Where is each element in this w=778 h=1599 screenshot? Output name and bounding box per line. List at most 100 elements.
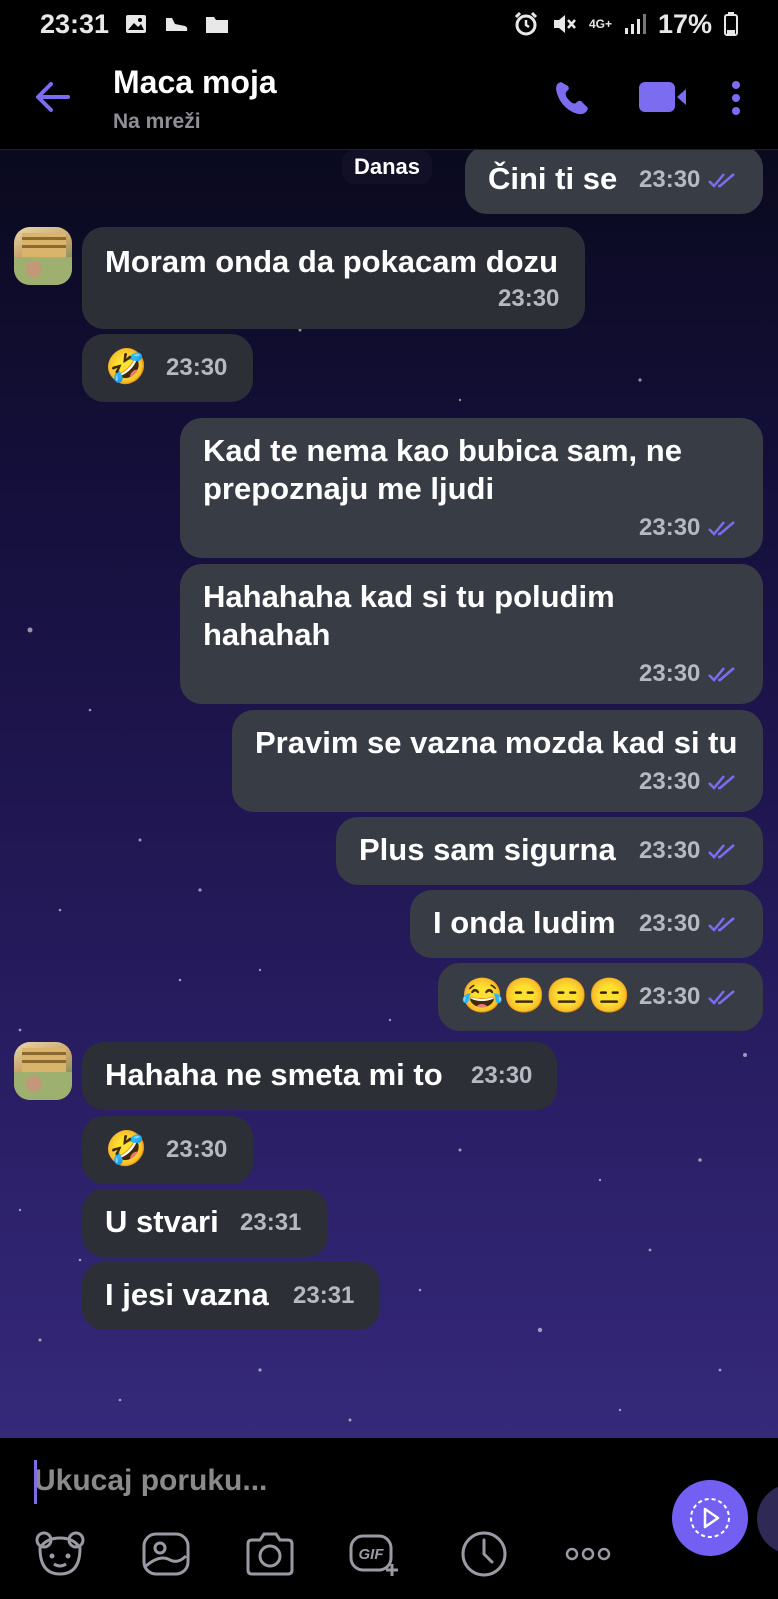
timer-button[interactable] <box>458 1530 510 1578</box>
message-meta: 23:30 <box>639 166 738 194</box>
gallery-button[interactable] <box>140 1530 192 1578</box>
contact-avatar[interactable] <box>14 1042 72 1100</box>
message-outgoing[interactable]: 😂😑😑😑 23:30 <box>438 963 763 1031</box>
message-meta: 23:31 <box>240 1209 301 1237</box>
message-meta: 23:30 <box>639 768 738 796</box>
camera-button[interactable] <box>244 1530 296 1578</box>
message-emoji: 🤣 <box>105 348 148 386</box>
message-time: 23:31 <box>240 1209 302 1236</box>
mute-icon <box>551 11 577 37</box>
message-time: 23:30 <box>498 285 560 312</box>
gif-button[interactable]: GIF <box>348 1530 400 1578</box>
shoe-notification-icon <box>163 14 189 34</box>
image-notification-icon <box>125 14 147 34</box>
message-outgoing[interactable]: I onda ludim 23:30 <box>410 890 763 958</box>
camera-icon <box>246 1532 294 1576</box>
message-text: I jesi vazna <box>105 1277 269 1312</box>
message-text: Moram onda da pokacam dozu <box>105 244 559 279</box>
chat-header: Maca moja Na mreži <box>0 48 778 150</box>
send-button[interactable] <box>672 1480 748 1556</box>
back-button[interactable] <box>34 80 72 114</box>
message-outgoing[interactable]: Čini ti se 23:30 <box>465 150 763 214</box>
date-separator: Danas <box>342 150 433 184</box>
composer-bar: GIF <box>0 1438 778 1599</box>
message-meta: 23:30 <box>166 354 227 382</box>
message-text: Kad te nema kao bubica sam, ne <box>203 433 682 468</box>
message-incoming[interactable]: 🤣 23:30 <box>82 1116 253 1184</box>
battery-percent: 17% <box>657 8 712 39</box>
folder-notification-icon <box>205 14 229 34</box>
side-action-button[interactable] <box>757 1484 778 1554</box>
video-call-button[interactable] <box>638 80 688 114</box>
bear-sticker-icon <box>35 1531 85 1576</box>
message-outgoing[interactable]: Hahahaha kad si tu poludim hahahah 23:30 <box>180 564 763 704</box>
message-text: I onda ludim <box>433 905 616 940</box>
phone-icon <box>556 82 588 115</box>
sticker-button[interactable] <box>34 1530 86 1578</box>
message-incoming[interactable]: I jesi vazna 23:31 <box>82 1262 380 1330</box>
call-button[interactable] <box>552 78 592 118</box>
double-check-icon <box>708 844 736 859</box>
message-meta: 23:30 <box>166 1136 227 1164</box>
message-meta: 23:30 <box>639 514 738 542</box>
avatar-photo-icon <box>14 1048 72 1100</box>
more-options-button[interactable] <box>562 1530 614 1578</box>
message-time: 23:30 <box>471 1062 533 1089</box>
message-time: 23:31 <box>293 1282 355 1309</box>
message-incoming[interactable]: U stvari 23:31 <box>82 1189 328 1257</box>
play-send-icon <box>690 1498 730 1538</box>
more-menu-button[interactable] <box>728 78 744 118</box>
double-check-icon <box>708 667 736 682</box>
message-text: Hahaha ne smeta mi to <box>105 1057 443 1092</box>
text-caret <box>34 1460 37 1504</box>
battery-icon <box>724 12 738 36</box>
message-text: Pravim se vazna mozda kad si tu <box>255 725 738 760</box>
message-meta: 23:30 <box>639 837 738 865</box>
message-emoji: 😂😑😑😑 <box>461 977 631 1015</box>
double-check-icon <box>708 990 736 1005</box>
double-check-icon <box>708 917 736 932</box>
gallery-icon <box>142 1532 190 1576</box>
contact-name[interactable]: Maca moja <box>113 64 277 101</box>
signal-icon <box>624 13 646 35</box>
gif-icon: GIF <box>349 1534 398 1576</box>
double-check-icon <box>708 521 736 536</box>
message-input[interactable] <box>34 1456 634 1506</box>
message-outgoing[interactable]: Plus sam sigurna 23:30 <box>336 817 763 885</box>
message-text-line2: prepoznaju me ljudi <box>203 471 495 506</box>
message-time: 23:30 <box>639 166 701 193</box>
presence-status: Na mreži <box>113 110 201 133</box>
double-check-icon <box>708 775 736 790</box>
message-incoming[interactable]: Moram onda da pokacam dozu 23:30 <box>82 227 585 329</box>
message-time: 23:30 <box>639 768 701 795</box>
message-time: 23:30 <box>639 514 701 541</box>
message-time: 23:30 <box>639 837 701 864</box>
alarm-icon <box>513 11 539 37</box>
message-time: 23:30 <box>639 910 701 937</box>
message-text-line2: hahahah <box>203 617 331 652</box>
chat-area[interactable]: Danas Čini ti se 23:30 Moram onda da pok… <box>0 150 778 1438</box>
message-meta: 23:30 <box>639 983 738 1011</box>
arrow-left-icon <box>36 82 70 112</box>
kebab-menu-icon <box>732 81 740 115</box>
message-meta: 23:30 <box>639 660 738 688</box>
message-text: Hahahaha kad si tu poludim <box>203 579 615 614</box>
message-outgoing[interactable]: Pravim se vazna mozda kad si tu 23:30 <box>232 710 763 812</box>
message-text: Čini ti se <box>488 161 618 196</box>
message-time: 23:30 <box>166 354 228 381</box>
video-camera-icon <box>639 82 686 112</box>
message-text: Plus sam sigurna <box>359 832 616 867</box>
status-bar: 23:31 4G+ 17% <box>0 0 778 48</box>
message-incoming[interactable]: Hahaha ne smeta mi to 23:30 <box>82 1042 557 1110</box>
avatar-photo-icon <box>14 233 72 285</box>
contact-avatar[interactable] <box>14 227 72 285</box>
double-check-icon <box>708 173 736 188</box>
message-text: U stvari <box>105 1204 219 1239</box>
message-emoji: 🤣 <box>105 1130 148 1168</box>
message-incoming[interactable]: 🤣 23:30 <box>82 334 253 402</box>
network-type: 4G+ <box>588 17 612 31</box>
message-meta: 23:31 <box>293 1282 354 1310</box>
message-outgoing[interactable]: Kad te nema kao bubica sam, ne prepoznaj… <box>180 418 763 558</box>
message-meta: 23:30 <box>498 285 559 313</box>
clock-icon <box>461 1531 507 1577</box>
